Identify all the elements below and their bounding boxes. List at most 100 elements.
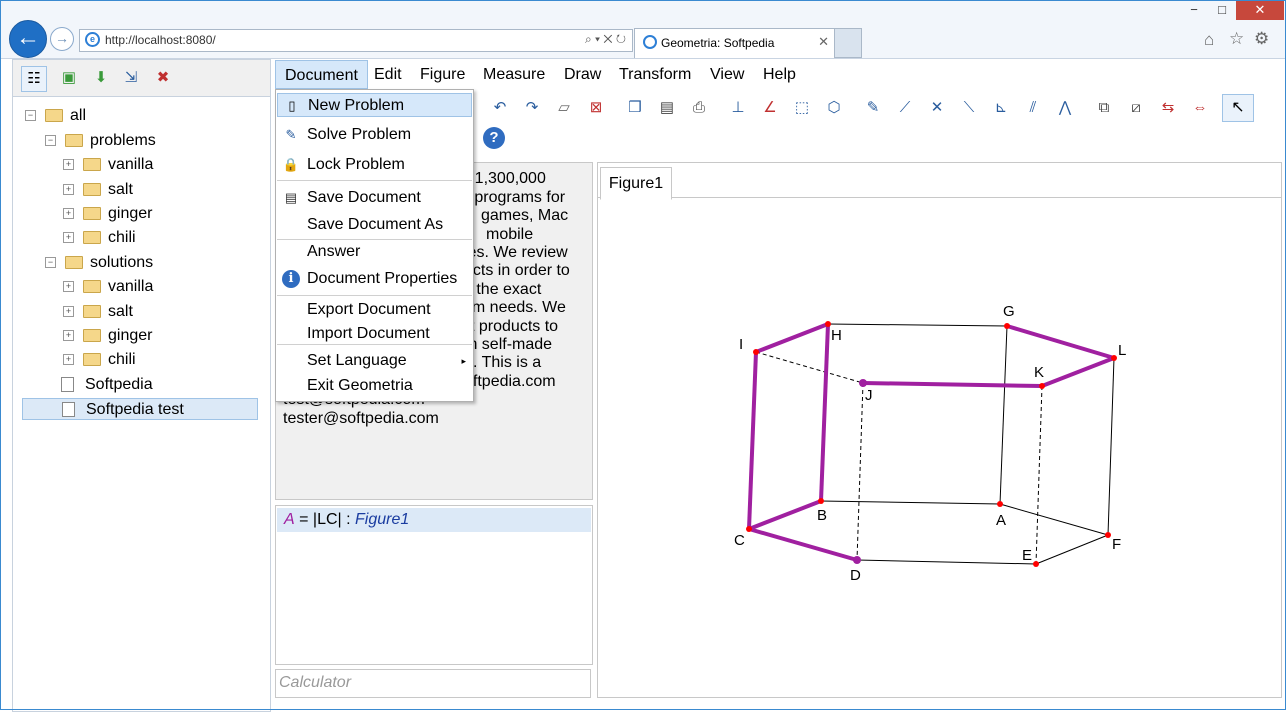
expander-icon[interactable]: + — [63, 208, 74, 220]
transform-rotate-icon[interactable]: ⧄ — [1124, 96, 1148, 120]
edge-KE[interactable] — [1035, 385, 1043, 565]
expander-icon[interactable]: + — [63, 330, 74, 342]
menu-item-lock-problem[interactable]: 🔒 Lock Problem — [277, 153, 472, 177]
address-bar[interactable]: e http://localhost:8080/ ⌕ ▾ ✕ ↻ — [79, 29, 633, 52]
edge-GA[interactable] — [999, 325, 1008, 505]
help-icon[interactable]: ? — [483, 127, 505, 149]
favorites-star-icon[interactable]: ☆ — [1229, 29, 1244, 49]
point-F[interactable] — [1105, 532, 1111, 538]
tree-item[interactable]: + chili — [63, 349, 136, 371]
select-cursor-icon[interactable]: ↖ — [1222, 94, 1254, 122]
tree-item[interactable]: − all — [25, 105, 86, 127]
draw-segment-icon[interactable]: ⟋ — [893, 96, 917, 120]
tree-item[interactable]: + vanilla — [63, 276, 153, 298]
menu-figure[interactable]: Figure — [411, 60, 474, 89]
menu-item-save-document-as[interactable]: Save Document As — [277, 213, 472, 237]
edge-AB[interactable] — [820, 500, 1001, 505]
home-icon[interactable]: ⌂ — [1204, 30, 1214, 50]
calculator-input[interactable]: Calculator — [275, 669, 591, 698]
tree-item[interactable]: + ginger — [63, 203, 152, 225]
expander-icon[interactable]: − — [45, 257, 56, 269]
point-E[interactable] — [1033, 561, 1039, 567]
expander-icon[interactable]: − — [45, 135, 56, 147]
draw-intersection-icon[interactable]: ✕ — [925, 96, 949, 120]
menu-item-exit-geometria[interactable]: Exit Geometria — [277, 374, 472, 398]
path-JK[interactable] — [862, 381, 1043, 388]
edge-ED[interactable] — [856, 559, 1037, 565]
redo-icon[interactable]: ↷ — [520, 96, 544, 120]
transform-scale-icon[interactable]: ⇔ — [1188, 96, 1212, 120]
close-tab-icon[interactable]: ✕ — [818, 34, 829, 50]
menu-item-set-language[interactable]: Set Language ▸ — [277, 349, 472, 373]
measure-angle-icon[interactable]: ∠ — [758, 96, 782, 120]
geometry-canvas[interactable]: A B C D E F G H I J K L — [598, 163, 1281, 697]
tree-item[interactable]: Softpedia — [61, 374, 153, 396]
save-icon[interactable]: ▤ — [655, 96, 679, 120]
back-arrow-icon[interactable]: ← — [9, 20, 47, 58]
measure-query-icon[interactable]: ⬡ — [822, 96, 846, 120]
expander-icon[interactable]: − — [25, 110, 36, 122]
path-KL[interactable] — [1041, 356, 1115, 388]
export-icon[interactable]: ⇲ — [119, 66, 143, 90]
menu-draw[interactable]: Draw — [555, 60, 610, 89]
point-G[interactable] — [1004, 323, 1010, 329]
expander-icon[interactable]: + — [63, 159, 74, 171]
menu-item-document-properties[interactable]: i Document Properties — [277, 267, 472, 291]
edge-AF[interactable] — [999, 503, 1109, 536]
gear-icon[interactable]: ⚙ — [1254, 29, 1269, 49]
restore-button[interactable]: □ — [1208, 0, 1236, 20]
new-tab-button[interactable] — [834, 28, 862, 58]
transform-reflect-icon[interactable]: ⇆ — [1156, 96, 1180, 120]
path-LG[interactable] — [1006, 324, 1115, 360]
draw-point-icon[interactable]: ✎ — [861, 96, 885, 120]
measure-volume-icon[interactable]: ⬚ — [790, 96, 814, 120]
menu-document[interactable]: Document — [275, 60, 368, 89]
forward-arrow-icon[interactable]: → — [50, 27, 74, 51]
path-CD[interactable] — [748, 527, 858, 562]
measure-length-icon[interactable]: ⊥ — [726, 96, 750, 120]
tree-item[interactable]: − problems — [45, 130, 156, 152]
new-folder-icon[interactable]: ▣ — [57, 66, 81, 90]
edge-HG[interactable] — [827, 323, 1008, 327]
tree-item[interactable]: + ginger — [63, 325, 152, 347]
tree-item[interactable]: − solutions — [45, 252, 153, 274]
formula-row[interactable]: A = |LC| : Figure1 — [277, 508, 591, 532]
search-refresh-icon[interactable]: ⌕ ▾ ✕ ↻ — [585, 32, 626, 47]
path-BC[interactable] — [748, 499, 822, 531]
tree-item[interactable]: + vanilla — [63, 154, 153, 176]
print-icon[interactable]: ⎙ — [687, 96, 711, 120]
menu-item-export-document[interactable]: Export Document — [277, 298, 472, 322]
cube-icon[interactable]: ❒ — [623, 96, 647, 120]
draw-line-icon[interactable]: ⟍ — [957, 96, 981, 120]
draw-parallel-icon[interactable]: ⫽ — [1021, 96, 1045, 120]
edge-JD[interactable] — [856, 382, 864, 561]
expander-icon[interactable]: + — [63, 232, 74, 244]
tree-item[interactable]: + salt — [63, 301, 133, 323]
point-J[interactable] — [859, 379, 867, 387]
eraser-icon[interactable]: ▱ — [552, 96, 576, 120]
menu-item-solve-problem[interactable]: ✎ Solve Problem — [277, 123, 472, 147]
menu-transform[interactable]: Transform — [610, 60, 700, 89]
tree-item[interactable]: Softpedia test — [22, 398, 258, 420]
tree-item[interactable]: + salt — [63, 179, 133, 201]
path-IC[interactable] — [747, 351, 758, 530]
menu-edit[interactable]: Edit — [365, 60, 411, 89]
point-A[interactable] — [997, 501, 1003, 507]
close-window-button[interactable]: ✕ — [1236, 0, 1284, 20]
point-I[interactable] — [753, 349, 759, 355]
delete-icon[interactable]: ✖ — [151, 66, 175, 90]
tree-item[interactable]: + chili — [63, 227, 136, 249]
menu-measure[interactable]: Measure — [474, 60, 554, 89]
minimize-button[interactable]: − — [1180, 0, 1208, 20]
undo-icon[interactable]: ↶ — [488, 96, 512, 120]
clear-icon[interactable]: ⊠ — [584, 96, 608, 120]
expander-icon[interactable]: + — [63, 184, 74, 196]
edge-IJ[interactable] — [755, 351, 864, 384]
menu-item-save-document[interactable]: ▤ Save Document — [277, 186, 472, 210]
browser-tab[interactable]: Geometria: Softpedia ✕ — [634, 28, 836, 58]
expander-icon[interactable]: + — [63, 354, 74, 366]
point-B[interactable] — [818, 498, 824, 504]
expander-icon[interactable]: + — [63, 306, 74, 318]
menu-item-import-document[interactable]: Import Document — [277, 322, 472, 346]
point-K[interactable] — [1039, 383, 1045, 389]
